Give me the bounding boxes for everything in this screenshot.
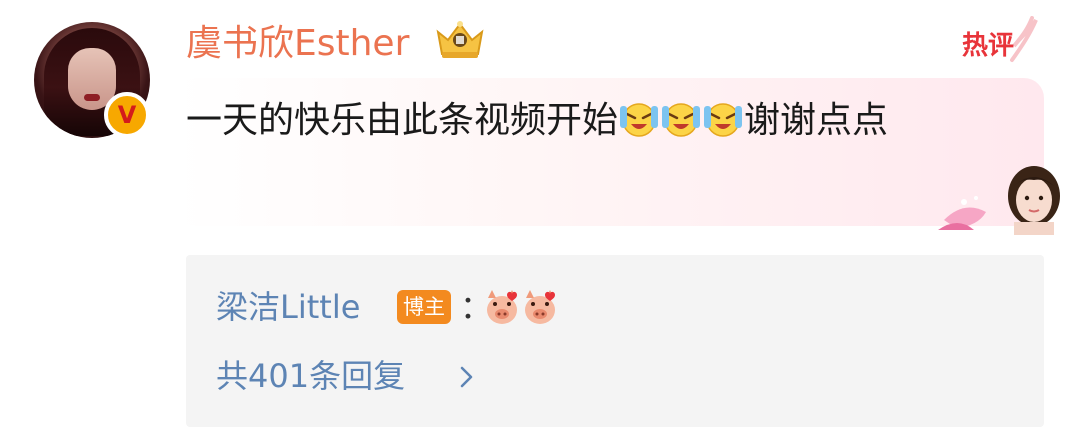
- view-replies-link[interactable]: 共401条回复: [216, 352, 405, 400]
- laughing-crying-emoji-icon: [662, 103, 701, 137]
- bubble-decoration-sticker: [938, 166, 1060, 235]
- laughing-crying-emoji-icon: [704, 103, 743, 137]
- chevron-right-icon[interactable]: [455, 363, 479, 391]
- pig-heart-emoji-icon: [487, 290, 517, 324]
- reply-author-name[interactable]: 梁洁Little: [216, 285, 360, 329]
- verified-v-icon: V: [104, 92, 150, 138]
- pig-heart-emoji-icon: [525, 290, 555, 324]
- hot-tag-text: 热评: [962, 31, 1014, 61]
- hot-comment-icon: 热评: [962, 16, 1038, 62]
- blogger-badge: 博主: [397, 290, 451, 324]
- laughing-crying-emoji-icon: [620, 103, 659, 137]
- avatar-lips: [84, 94, 100, 101]
- comment-username[interactable]: 虞书欣Esther: [186, 20, 409, 68]
- comment-text-part2: 谢谢点点: [744, 100, 889, 141]
- comment-text: 一天的快乐由此条视频开始 谢谢点点: [186, 92, 1006, 150]
- member-crown-icon: [436, 21, 484, 58]
- comment-text-part1: 一天的快乐由此条视频开始: [186, 100, 619, 141]
- reply-preview-box[interactable]: [186, 255, 1044, 427]
